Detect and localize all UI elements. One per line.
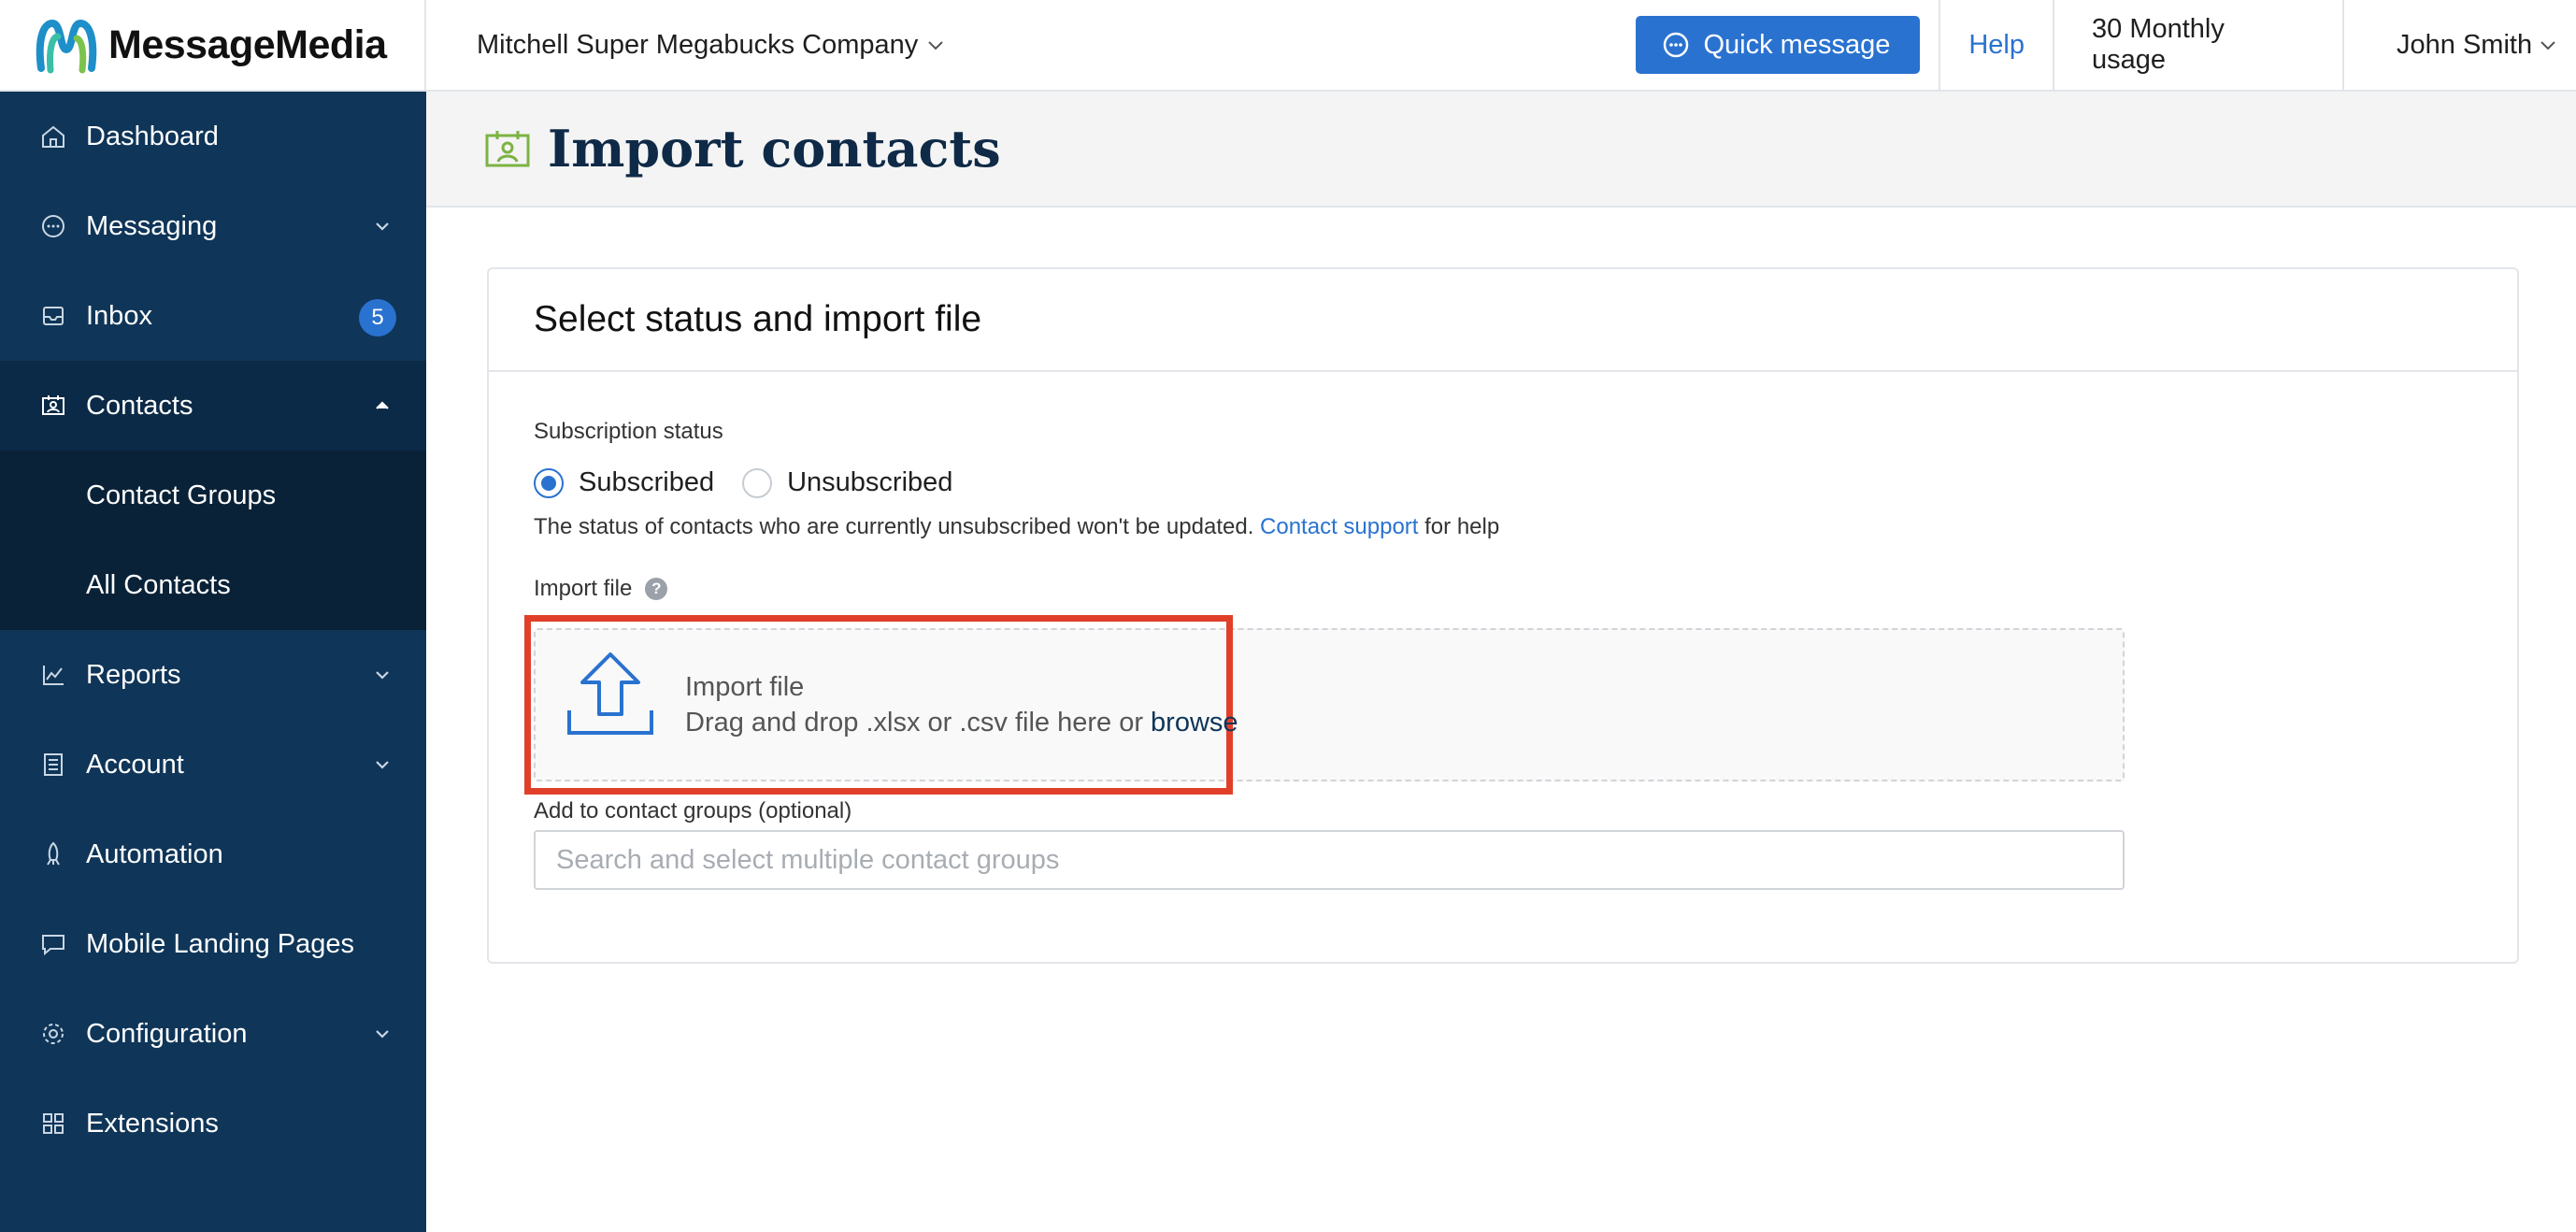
gear-icon <box>43 1024 64 1044</box>
chevron-up-icon <box>376 401 389 409</box>
company-selector[interactable]: Mitchell Super Megabucks Company <box>426 30 1636 61</box>
line-chart-icon <box>43 666 64 685</box>
quick-message-label: Quick message <box>1703 29 1891 60</box>
inbox-icon <box>43 307 64 325</box>
page-header: Import contacts <box>426 92 2576 208</box>
quick-message-button[interactable]: Quick message <box>1636 16 1921 74</box>
upload-arrow-icon <box>567 652 653 735</box>
sidebar-item-label: Automation <box>86 838 223 869</box>
sidebar-item-label: Messaging <box>86 210 218 241</box>
contact-support-link[interactable]: Contact support <box>1260 514 1418 539</box>
sidebar: Dashboard Messaging Inbox 5 Contacts Con… <box>0 92 426 1232</box>
subscription-status-label: Subscription status <box>534 419 723 444</box>
rocket-icon <box>47 841 60 866</box>
sidebar-item-mobile-landing-pages[interactable]: Mobile Landing Pages <box>0 899 426 989</box>
sidebar-item-configuration[interactable]: Configuration <box>0 989 426 1079</box>
radio-unsubscribed-label[interactable]: Unsubscribed <box>787 467 952 498</box>
sidebar-item-label: Inbox <box>86 300 152 331</box>
subscription-radio-group: Subscribed Unsubscribed <box>534 467 980 498</box>
chevron-down-icon <box>376 761 389 769</box>
sidebar-subitem-contact-groups[interactable]: Contact Groups <box>0 451 426 540</box>
sidebar-item-extensions[interactable]: Extensions <box>0 1079 426 1168</box>
sidebar-item-inbox[interactable]: Inbox 5 <box>0 271 426 361</box>
top-header: MessageMedia Mitchell Super Megabucks Co… <box>0 0 2576 92</box>
dropzone-title: Import file <box>685 672 805 702</box>
sidebar-item-label: Configuration <box>86 1018 248 1049</box>
chevron-down-icon <box>928 41 943 50</box>
chevron-down-icon <box>376 222 389 231</box>
sidebar-item-messaging[interactable]: Messaging <box>0 181 426 271</box>
sidebar-item-contacts[interactable]: Contacts <box>0 361 426 451</box>
user-menu[interactable]: John Smith <box>2342 0 2576 91</box>
sidebar-item-label: Dashboard <box>86 121 219 151</box>
contact-groups-label: Add to contact groups (optional) <box>534 798 852 824</box>
document-list-icon <box>44 753 63 776</box>
browse-link[interactable]: browse <box>1151 708 1238 738</box>
contact-card-icon <box>42 395 64 415</box>
sidebar-subitem-all-contacts[interactable]: All Contacts <box>0 540 426 630</box>
brand-name: MessageMedia <box>108 21 387 67</box>
hint-text: The status of contacts who are currently… <box>534 514 1254 539</box>
sidebar-item-reports[interactable]: Reports <box>0 630 426 720</box>
dropzone-text: Import file Drag and drop .xlsx or .csv … <box>685 669 1238 740</box>
contact-groups-search-input[interactable] <box>534 830 2125 890</box>
user-name: John Smith <box>2397 29 2533 60</box>
import-file-label: Import file <box>534 576 633 601</box>
chat-bubble-icon <box>42 215 64 237</box>
company-name: Mitchell Super Megabucks Company <box>477 29 919 60</box>
chat-bubble-icon <box>1664 32 1689 58</box>
inbox-count-badge: 5 <box>359 299 396 337</box>
chevron-down-icon <box>376 671 389 680</box>
chevron-down-icon <box>376 1030 389 1039</box>
sidebar-item-dashboard[interactable]: Dashboard <box>0 92 426 181</box>
help-question-icon[interactable]: ? <box>645 578 668 600</box>
sidebar-item-label: Extensions <box>86 1108 219 1139</box>
import-file-label-row: Import file ? <box>534 576 668 602</box>
page-title: Import contacts <box>548 119 1001 179</box>
grid-icon <box>43 1113 64 1134</box>
import-card: Select status and import file Subscripti… <box>487 267 2519 964</box>
sidebar-item-label: Account <box>86 749 184 780</box>
help-link[interactable]: Help <box>1939 0 2053 91</box>
status-hint: The status of contacts who are currently… <box>534 514 1499 540</box>
brand-logo[interactable]: MessageMedia <box>0 0 426 91</box>
radio-subscribed[interactable] <box>534 467 564 498</box>
radio-subscribed-label[interactable]: Subscribed <box>579 467 714 498</box>
home-icon <box>42 125 64 148</box>
radio-unsubscribed[interactable] <box>742 467 773 498</box>
sidebar-item-account[interactable]: Account <box>0 720 426 809</box>
monthly-usage[interactable]: 30 Monthly usage <box>2053 0 2342 91</box>
screen-chat-icon <box>42 935 64 956</box>
messagemedia-logo-icon <box>36 19 97 74</box>
chevron-down-icon <box>2540 41 2555 50</box>
contact-card-icon <box>485 131 530 167</box>
sidebar-item-label: Reports <box>86 659 181 690</box>
dropzone-instructions: Drag and drop .xlsx or .csv file here or <box>685 708 1143 738</box>
sidebar-item-label: Mobile Landing Pages <box>86 928 354 959</box>
card-title: Select status and import file <box>489 269 2517 372</box>
sidebar-item-automation[interactable]: Automation <box>0 809 426 899</box>
hint-suffix: for help <box>1424 514 1500 539</box>
sidebar-item-label: Contacts <box>86 390 193 421</box>
